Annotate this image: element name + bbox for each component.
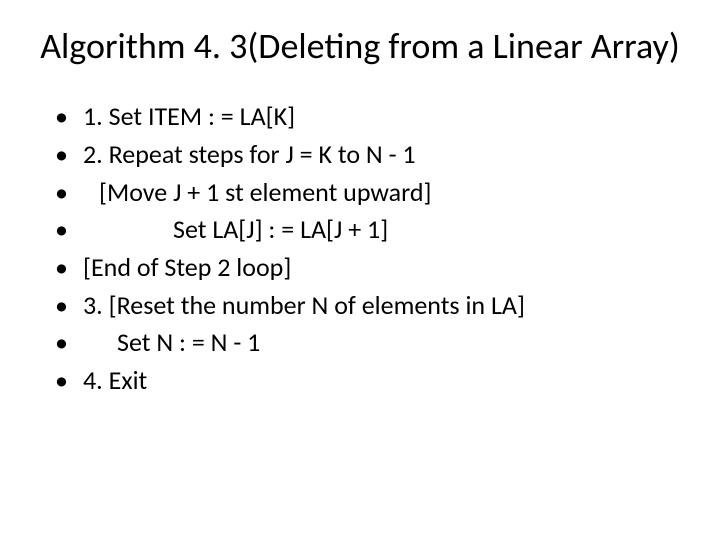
step-text: Set N : = N - 1 bbox=[83, 324, 260, 362]
algorithm-steps-list: 1. Set ITEM : = LA[K] 2. Repeat steps fo… bbox=[40, 98, 680, 400]
step-text: [End of Step 2 loop] bbox=[83, 251, 291, 283]
list-item: [End of Step 2 loop] bbox=[55, 249, 680, 287]
list-item: 4. Exit bbox=[55, 362, 680, 400]
step-text: [Move J + 1 st element upward] bbox=[83, 174, 431, 212]
step-text: 2. Repeat steps for J = K to N - 1 bbox=[83, 138, 416, 170]
list-item: 2. Repeat steps for J = K to N - 1 bbox=[55, 136, 680, 174]
list-item: [Move J + 1 st element upward] bbox=[55, 174, 680, 212]
step-text: 3. [Reset the number N of elements in LA… bbox=[83, 289, 525, 321]
list-item: 3. [Reset the number N of elements in LA… bbox=[55, 287, 680, 325]
list-item: Set LA[J] : = LA[J + 1] bbox=[55, 211, 680, 249]
step-text: Set LA[J] : = LA[J + 1] bbox=[83, 211, 388, 249]
slide-title: Algorithm 4. 3(Deleting from a Linear Ar… bbox=[40, 25, 680, 68]
list-item: 1. Set ITEM : = LA[K] bbox=[55, 98, 680, 136]
step-text: 1. Set ITEM : = LA[K] bbox=[83, 100, 295, 132]
step-text: 4. Exit bbox=[83, 364, 147, 396]
list-item: Set N : = N - 1 bbox=[55, 324, 680, 362]
